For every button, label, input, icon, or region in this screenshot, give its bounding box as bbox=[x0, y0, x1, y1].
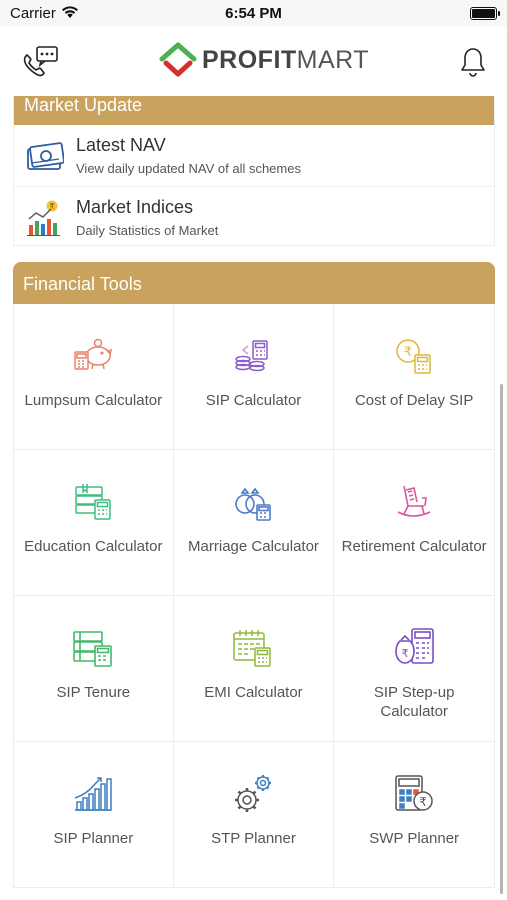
app-header: PROFITMART bbox=[0, 26, 507, 96]
tool-label: EMI Calculator bbox=[204, 684, 303, 701]
tool-marriage-calculator[interactable]: Marriage Calculator bbox=[173, 450, 335, 596]
book-calculator-icon bbox=[71, 480, 115, 524]
market-indices-item[interactable]: ₹ Market Indices Daily Statistics of Mar… bbox=[14, 187, 494, 249]
gears-icon bbox=[231, 772, 275, 816]
tool-sip-calculator[interactable]: SIP Calculator bbox=[173, 304, 335, 450]
clock-time: 6:54 PM bbox=[225, 5, 282, 22]
svg-text:₹: ₹ bbox=[404, 345, 412, 360]
market-update-heading: Market Update bbox=[14, 96, 494, 125]
tool-cost-of-delay-sip[interactable]: ₹ Cost of Delay SIP bbox=[334, 304, 495, 450]
tool-education-calculator[interactable]: Education Calculator bbox=[13, 450, 174, 596]
tool-lumpsum-calculator[interactable]: Lumpsum Calculator bbox=[13, 304, 174, 450]
money-icon bbox=[26, 137, 65, 175]
battery-icon bbox=[470, 7, 500, 20]
tool-sip-tenure[interactable]: SIP Tenure bbox=[13, 596, 174, 742]
calendar-calculator-icon bbox=[231, 626, 275, 670]
tool-retirement-calculator[interactable]: Retirement Calculator bbox=[334, 450, 495, 596]
latest-nav-item[interactable]: Latest NAV View daily updated NAV of all… bbox=[14, 125, 494, 187]
financial-tools-grid: Lumpsum Calculator SIP Calculator ₹ Cost… bbox=[13, 304, 495, 888]
rupee-calculator-icon: ₹ bbox=[392, 772, 436, 816]
financial-tools-heading: Financial Tools bbox=[13, 262, 495, 304]
tool-stp-planner[interactable]: STP Planner bbox=[173, 742, 335, 888]
svg-text:₹: ₹ bbox=[419, 795, 427, 809]
vertical-scrollbar[interactable] bbox=[500, 384, 503, 894]
tool-label: SIP Step-up Calculator bbox=[373, 684, 455, 720]
money-bag-calculator-icon: ₹ bbox=[392, 626, 436, 670]
support-chat-phone-icon[interactable] bbox=[20, 44, 60, 80]
tool-swp-planner[interactable]: ₹ SWP Planner bbox=[334, 742, 495, 888]
growth-bars-icon bbox=[71, 772, 115, 816]
books-calculator-icon bbox=[71, 626, 115, 670]
rings-calculator-icon bbox=[231, 480, 275, 524]
profitmart-logo-mark bbox=[159, 42, 197, 77]
piggy-bank-calculator-icon bbox=[71, 334, 115, 378]
market-chart-icon: ₹ bbox=[26, 199, 64, 237]
tool-emi-calculator[interactable]: EMI Calculator bbox=[173, 596, 335, 742]
main-content[interactable]: Market Update Latest NAV View daily upda… bbox=[0, 96, 507, 900]
tool-sip-step-up-calculator[interactable]: ₹ SIP Step-up Calculator bbox=[334, 596, 495, 742]
latest-nav-subtitle: View daily updated NAV of all schemes bbox=[76, 161, 301, 176]
tool-sip-planner[interactable]: SIP Planner bbox=[13, 742, 174, 888]
notification-bell-icon[interactable] bbox=[459, 46, 487, 78]
tool-label: Education Calculator bbox=[24, 538, 163, 555]
tool-label: SIP Tenure bbox=[56, 684, 131, 701]
brand-name: PROFITMART bbox=[202, 45, 370, 74]
rupee-clock-calculator-icon: ₹ bbox=[392, 334, 436, 378]
svg-text:₹: ₹ bbox=[402, 647, 409, 660]
rocking-chair-icon bbox=[392, 480, 436, 524]
tool-label: SWP Planner bbox=[369, 830, 460, 847]
tool-label: STP Planner bbox=[211, 830, 296, 847]
latest-nav-title: Latest NAV bbox=[76, 135, 166, 155]
market-indices-subtitle: Daily Statistics of Market bbox=[76, 223, 219, 238]
tool-label: SIP Calculator bbox=[205, 392, 302, 409]
coin-stack-calculator-icon bbox=[231, 334, 275, 378]
tool-label: SIP Planner bbox=[53, 830, 134, 847]
tool-label: Marriage Calculator bbox=[188, 538, 319, 555]
market-update-card: Market Update Latest NAV View daily upda… bbox=[13, 96, 495, 246]
tool-label: Retirement Calculator bbox=[341, 538, 487, 555]
status-bar: Carrier 6:54 PM bbox=[0, 0, 507, 26]
market-indices-title: Market Indices bbox=[76, 197, 194, 217]
tool-label: Lumpsum Calculator bbox=[24, 392, 163, 409]
tool-label: Cost of Delay SIP bbox=[354, 392, 474, 409]
profitmart-logo: PROFITMART bbox=[158, 38, 369, 82]
